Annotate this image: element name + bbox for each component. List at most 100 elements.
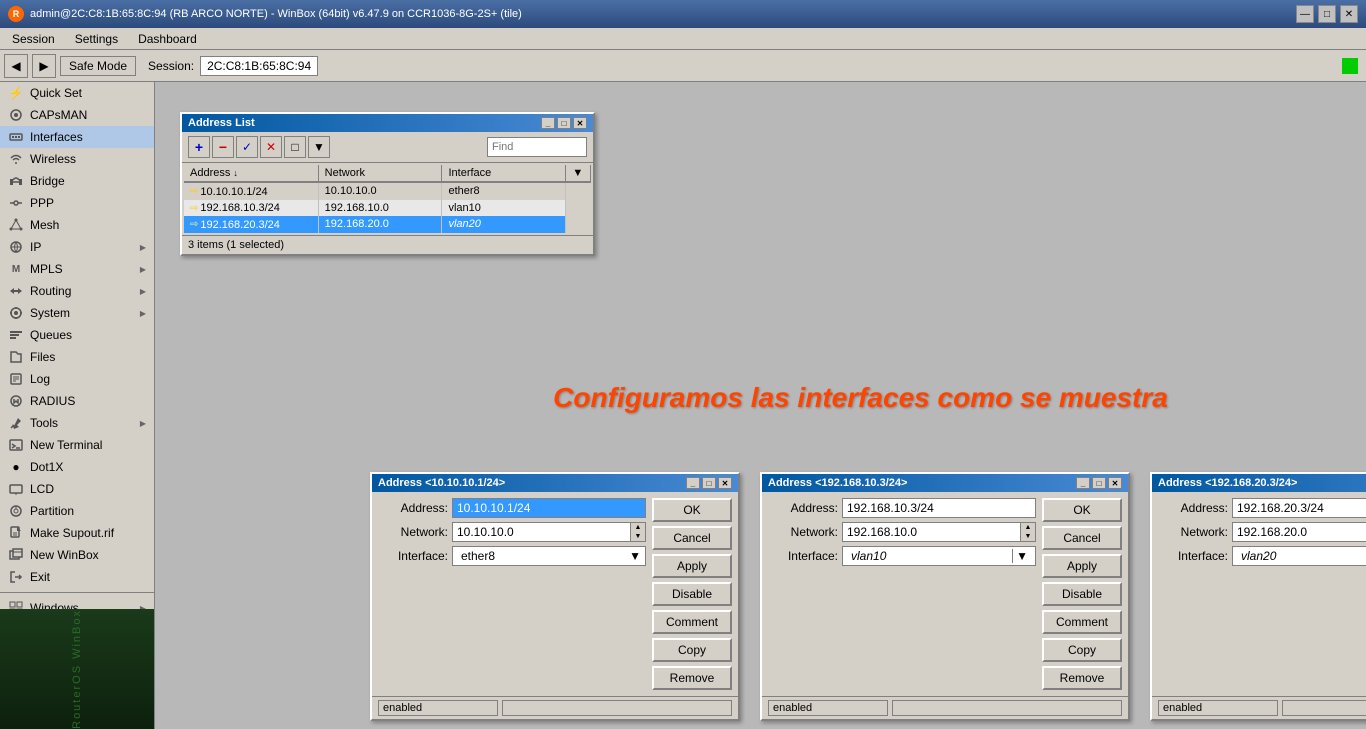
- sidebar-item-bridge[interactable]: Bridge: [0, 170, 154, 192]
- dialog1-close-btn[interactable]: ✕: [718, 477, 732, 489]
- dialog1-network-up[interactable]: ▲: [631, 523, 645, 532]
- dialog1-copy-button[interactable]: Copy: [652, 638, 732, 662]
- sidebar-item-log[interactable]: Log: [0, 368, 154, 390]
- lcd-icon: [8, 481, 24, 497]
- dialog2-apply-button[interactable]: Apply: [1042, 554, 1122, 578]
- dialog1-network-down[interactable]: ▼: [631, 532, 645, 541]
- col-scroll[interactable]: ▼: [566, 165, 591, 182]
- dialog2-disable-button[interactable]: Disable: [1042, 582, 1122, 606]
- copy-address-button[interactable]: □: [284, 136, 306, 158]
- table-row[interactable]: ⇨ 192.168.10.3/24 192.168.10.0 vlan10: [184, 200, 591, 217]
- dialog2-interface-select[interactable]: vlan10 ▼: [842, 546, 1036, 566]
- address-list-maximize-btn[interactable]: □: [557, 117, 571, 129]
- dialog1-cancel-button[interactable]: Cancel: [652, 526, 732, 550]
- sidebar-label-bridge: Bridge: [30, 174, 65, 188]
- dialog3-titlebar: Address <192.168.20.3/24> _ □ ✕: [1152, 474, 1366, 492]
- dialog2-maximize-btn[interactable]: □: [1092, 477, 1106, 489]
- dialog1-address-input[interactable]: [452, 498, 646, 518]
- dialog1-maximize-btn[interactable]: □: [702, 477, 716, 489]
- dialog2-cancel-button[interactable]: Cancel: [1042, 526, 1122, 550]
- sidebar-item-system[interactable]: System: [0, 302, 154, 324]
- menu-dashboard[interactable]: Dashboard: [130, 30, 205, 48]
- sidebar-item-files[interactable]: Files: [0, 346, 154, 368]
- dialog1-ok-button[interactable]: OK: [652, 498, 732, 522]
- sidebar-item-lcd[interactable]: LCD: [0, 478, 154, 500]
- menu-settings[interactable]: Settings: [67, 30, 126, 48]
- dialog1-disable-button[interactable]: Disable: [652, 582, 732, 606]
- sidebar-item-mpls[interactable]: M MPLS: [0, 258, 154, 280]
- sidebar-label-dot1x: Dot1X: [30, 460, 63, 474]
- dialog1-title: Address <10.10.10.1/24>: [378, 477, 505, 489]
- sidebar-item-interfaces[interactable]: Interfaces: [0, 126, 154, 148]
- sidebar-item-new-winbox[interactable]: New WinBox: [0, 544, 154, 566]
- forward-button[interactable]: ▶: [32, 54, 56, 78]
- dialog1-comment-button[interactable]: Comment: [652, 610, 732, 634]
- disable-address-button[interactable]: ✕: [260, 136, 282, 158]
- dialog2-close-btn[interactable]: ✕: [1108, 477, 1122, 489]
- dialog1-network-spinner[interactable]: ▲ ▼: [630, 522, 646, 542]
- dialog2-network-label: Network:: [768, 525, 838, 539]
- dialog2-win-controls[interactable]: _ □ ✕: [1076, 477, 1122, 489]
- sidebar-item-routing[interactable]: Routing: [0, 280, 154, 302]
- remove-address-button[interactable]: −: [212, 136, 234, 158]
- dialog3-network-input[interactable]: [1232, 522, 1366, 542]
- sidebar-item-new-terminal[interactable]: New Terminal: [0, 434, 154, 456]
- dialog1-interface-select[interactable]: ether8 ▼: [452, 546, 646, 566]
- sidebar-label-files: Files: [30, 350, 55, 364]
- sidebar-item-wireless[interactable]: Wireless: [0, 148, 154, 170]
- dialog3-interface-select[interactable]: vlan20 ▼: [1232, 546, 1366, 566]
- col-interface[interactable]: Interface: [442, 165, 566, 182]
- sidebar-item-partition[interactable]: Partition: [0, 500, 154, 522]
- sidebar-item-queues[interactable]: Queues: [0, 324, 154, 346]
- dialog2-network-input[interactable]: [842, 522, 1020, 542]
- dialog2-address-input[interactable]: [842, 498, 1036, 518]
- sidebar-item-quickset[interactable]: ⚡ Quick Set: [0, 82, 154, 104]
- minimize-button[interactable]: —: [1296, 5, 1314, 23]
- dialog1-status: enabled: [378, 700, 498, 716]
- files-icon: [8, 349, 24, 365]
- dialog2-interface-arrow[interactable]: ▼: [1012, 549, 1031, 563]
- dialog1-remove-button[interactable]: Remove: [652, 666, 732, 690]
- filter-address-button[interactable]: ▼: [308, 136, 330, 158]
- dialog2-network-spinner[interactable]: ▲ ▼: [1020, 522, 1036, 542]
- sidebar-item-mesh[interactable]: Mesh: [0, 214, 154, 236]
- dialog3-address-input[interactable]: [1232, 498, 1366, 518]
- sidebar-item-exit[interactable]: Exit: [0, 566, 154, 588]
- address-list-close-btn[interactable]: ✕: [573, 117, 587, 129]
- add-address-button[interactable]: +: [188, 136, 210, 158]
- sidebar-item-capsman[interactable]: CAPsMAN: [0, 104, 154, 126]
- dialog2-remove-button[interactable]: Remove: [1042, 666, 1122, 690]
- dialog2-network-up[interactable]: ▲: [1021, 523, 1035, 532]
- dialog2-copy-button[interactable]: Copy: [1042, 638, 1122, 662]
- sidebar-item-ppp[interactable]: PPP: [0, 192, 154, 214]
- sidebar-item-ip[interactable]: IP: [0, 236, 154, 258]
- table-row-selected[interactable]: ⇨ 192.168.20.3/24 192.168.20.0 vlan20: [184, 216, 591, 233]
- address-list-minimize-btn[interactable]: _: [541, 117, 555, 129]
- dialog1-network-input[interactable]: [452, 522, 630, 542]
- sidebar-item-make-supout[interactable]: Make Supout.rif: [0, 522, 154, 544]
- maximize-button[interactable]: □: [1318, 5, 1336, 23]
- dialog3-status2: [1282, 700, 1366, 716]
- table-row[interactable]: ⇨ 10.10.10.1/24 10.10.10.0 ether8: [184, 182, 591, 200]
- menu-session[interactable]: Session: [4, 30, 63, 48]
- sidebar-item-radius[interactable]: RADIUS: [0, 390, 154, 412]
- sidebar-item-tools[interactable]: Tools: [0, 412, 154, 434]
- close-button[interactable]: ✕: [1340, 5, 1358, 23]
- sidebar-item-dot1x[interactable]: ● Dot1X: [0, 456, 154, 478]
- dialog1-win-controls[interactable]: _ □ ✕: [686, 477, 732, 489]
- dialog1-interface-arrow[interactable]: ▼: [629, 549, 641, 563]
- enable-address-button[interactable]: ✓: [236, 136, 258, 158]
- dialog1-minimize-btn[interactable]: _: [686, 477, 700, 489]
- dialog2-ok-button[interactable]: OK: [1042, 498, 1122, 522]
- dialog2-minimize-btn[interactable]: _: [1076, 477, 1090, 489]
- address-find-input[interactable]: [487, 137, 587, 157]
- col-address[interactable]: Address: [184, 165, 318, 182]
- title-bar-controls[interactable]: — □ ✕: [1296, 5, 1358, 23]
- dialog2-comment-button[interactable]: Comment: [1042, 610, 1122, 634]
- col-network[interactable]: Network: [318, 165, 442, 182]
- back-button[interactable]: ◀: [4, 54, 28, 78]
- dialog1-apply-button[interactable]: Apply: [652, 554, 732, 578]
- dialog2-network-down[interactable]: ▼: [1021, 532, 1035, 541]
- address-list-win-controls[interactable]: _ □ ✕: [541, 117, 587, 129]
- safe-mode-button[interactable]: Safe Mode: [60, 56, 136, 76]
